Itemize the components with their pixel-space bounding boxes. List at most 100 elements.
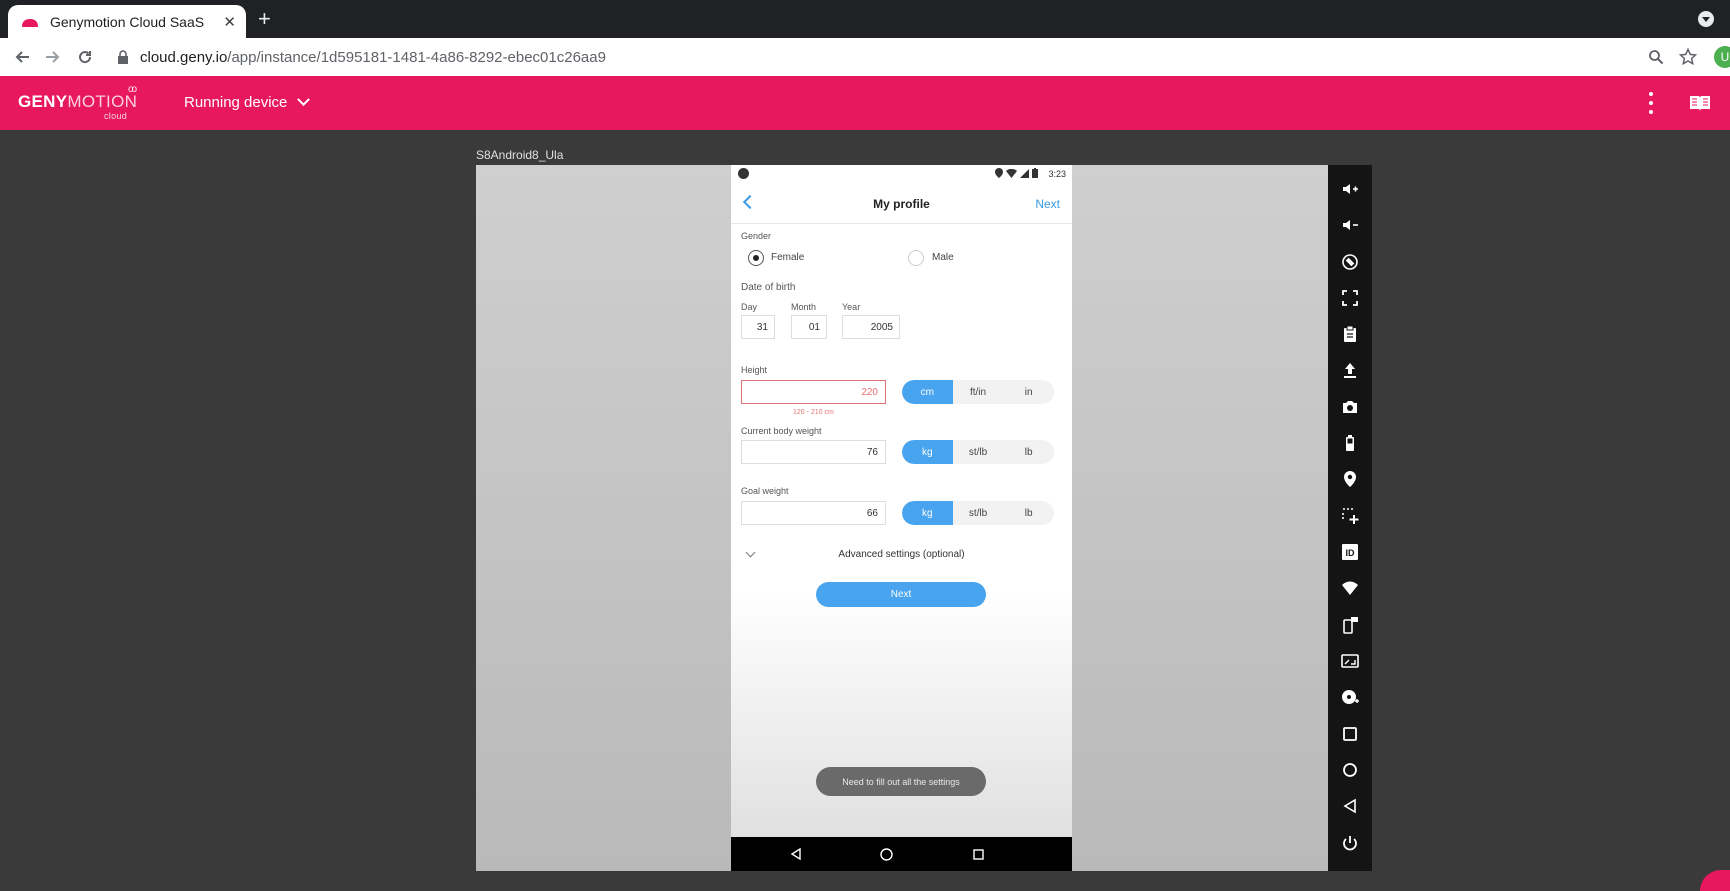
upload-icon[interactable] — [1338, 358, 1362, 382]
power-icon[interactable] — [1338, 831, 1362, 855]
goal-unit-selector: kg st/lb lb — [902, 501, 1054, 525]
browser-toolbar: cloud.geny.io/app/instance/1d595181-1481… — [0, 38, 1730, 76]
device-name-label: S8Android8_Ula — [476, 148, 564, 162]
goal-unit-kg-button[interactable]: kg — [902, 501, 953, 525]
rotate-icon[interactable] — [1338, 250, 1362, 274]
device-id-icon[interactable]: ID — [1338, 540, 1362, 564]
goal-weight-input[interactable]: 66 — [741, 501, 886, 525]
unit-cm-button[interactable]: cm — [902, 380, 953, 404]
nav-back-icon[interactable] — [787, 845, 805, 863]
nav-recents-icon[interactable] — [969, 845, 987, 863]
fullscreen-icon[interactable] — [1338, 286, 1362, 310]
year-input[interactable]: 2005 — [842, 315, 900, 339]
weight-unit-selector: kg st/lb lb — [902, 440, 1054, 464]
day-label: Day — [741, 302, 758, 312]
unit-ftin-button[interactable]: ft/in — [953, 380, 1004, 404]
resize-icon[interactable] — [1338, 649, 1362, 673]
home-icon[interactable] — [1338, 758, 1362, 782]
disk-icon[interactable] — [1338, 685, 1362, 709]
chevron-down-icon — [297, 93, 311, 107]
height-label: Height — [741, 365, 768, 375]
advanced-settings-toggle[interactable]: Advanced settings (optional) — [731, 546, 1072, 566]
volume-down-icon[interactable] — [1338, 213, 1362, 237]
bookmark-star-icon[interactable] — [1677, 46, 1699, 68]
documentation-book-icon[interactable] — [1689, 94, 1711, 112]
volume-up-icon[interactable] — [1338, 177, 1362, 201]
page-title: My profile — [873, 197, 930, 211]
browser-tab[interactable]: Genymotion Cloud SaaS ✕ — [8, 5, 246, 38]
recent-apps-icon[interactable] — [1338, 722, 1362, 746]
tab-search-icon[interactable] — [1698, 11, 1714, 27]
zoom-icon[interactable] — [1645, 46, 1667, 68]
android-screen[interactable]: 3:23 My profile Next Gender Female Male … — [731, 165, 1072, 871]
genymotion-header: GENYMOTION cloud oo Running device — [0, 76, 1730, 130]
reload-icon[interactable] — [72, 44, 98, 70]
gender-female-radio[interactable] — [748, 250, 764, 266]
logo-light: MOTION — [67, 92, 138, 111]
height-range-hint: 120 - 210 cm — [793, 409, 834, 416]
address-bar[interactable]: cloud.geny.io/app/instance/1d595181-1481… — [116, 45, 606, 69]
battery-status-icon — [1032, 168, 1038, 178]
goal-weight-label: Goal weight — [741, 486, 789, 496]
weight-label: Current body weight — [741, 426, 822, 436]
gps-icon[interactable] — [1338, 467, 1362, 491]
unit-lb-button[interactable]: lb — [1003, 440, 1054, 464]
url-path: /app/instance/1d595181-1481-4a86-8292-eb… — [227, 48, 606, 66]
logo-sub: cloud — [104, 111, 128, 121]
next-link[interactable]: Next — [1035, 197, 1060, 211]
url-host: cloud.geny.io — [140, 48, 228, 66]
android-nav-bar — [731, 837, 1072, 871]
height-unit-selector: cm ft/in in — [902, 380, 1054, 404]
gender-male-label[interactable]: Male — [932, 252, 954, 263]
gender-female-label[interactable]: Female — [771, 252, 804, 263]
tab-title: Genymotion Cloud SaaS — [50, 13, 205, 30]
signal-icon — [1020, 168, 1029, 178]
camera-icon[interactable] — [1338, 395, 1362, 419]
forward-arrow-icon[interactable] — [40, 44, 66, 70]
unit-stlb-button[interactable]: st/lb — [953, 440, 1004, 464]
profile-avatar[interactable]: U — [1714, 46, 1730, 68]
close-tab-icon[interactable]: ✕ — [223, 13, 236, 31]
battery-icon[interactable] — [1338, 431, 1362, 455]
emulator-widget-sidebar: ID — [1328, 165, 1372, 871]
record-icon — [738, 168, 749, 179]
gender-male-radio[interactable] — [908, 250, 924, 266]
goal-unit-lb-button[interactable]: lb — [1003, 501, 1054, 525]
clipboard-icon[interactable] — [1338, 322, 1362, 346]
profile-title-bar: My profile Next — [731, 183, 1072, 224]
more-options-icon[interactable] — [1648, 92, 1654, 114]
svg-text:ID: ID — [1346, 548, 1356, 558]
weight-input[interactable]: 76 — [741, 440, 886, 464]
unit-in-button[interactable]: in — [1003, 380, 1054, 404]
month-input[interactable]: 01 — [791, 315, 827, 339]
running-device-menu[interactable]: Running device — [184, 93, 311, 111]
logo-rings: oo — [128, 84, 137, 95]
wifi-status-icon — [1006, 168, 1017, 178]
android-status-bar: 3:23 — [731, 165, 1072, 183]
toast-message: Need to fill out all the settings — [816, 767, 986, 796]
genymotion-logo[interactable]: GENYMOTION cloud oo — [18, 84, 138, 121]
year-label: Year — [842, 302, 861, 312]
browser-tabstrip: Genymotion Cloud SaaS ✕ + — [0, 0, 1730, 38]
advanced-settings-label: Advanced settings (optional) — [838, 549, 965, 560]
corner-accent — [1700, 870, 1730, 891]
day-input[interactable]: 31 — [741, 315, 775, 339]
multitouch-icon[interactable] — [1338, 504, 1362, 528]
height-input[interactable]: 220 — [741, 380, 886, 404]
genymotion-favicon-icon — [22, 18, 38, 27]
goal-unit-stlb-button[interactable]: st/lb — [953, 501, 1004, 525]
back-arrow-icon[interactable] — [9, 44, 35, 70]
month-label: Month — [791, 302, 817, 312]
status-time: 3:23 — [1048, 169, 1066, 179]
wifi-icon[interactable] — [1338, 576, 1362, 600]
new-tab-button[interactable]: + — [258, 7, 271, 31]
unit-kg-button[interactable]: kg — [902, 440, 953, 464]
back-icon[interactable] — [1338, 794, 1362, 818]
nav-home-icon[interactable] — [877, 845, 895, 863]
phone-icon[interactable] — [1338, 613, 1362, 637]
next-button[interactable]: Next — [816, 582, 986, 607]
running-device-label: Running device — [184, 94, 288, 111]
lock-icon — [118, 50, 128, 64]
logo-bold: GENY — [18, 92, 68, 111]
dob-label: Date of birth — [741, 282, 796, 293]
